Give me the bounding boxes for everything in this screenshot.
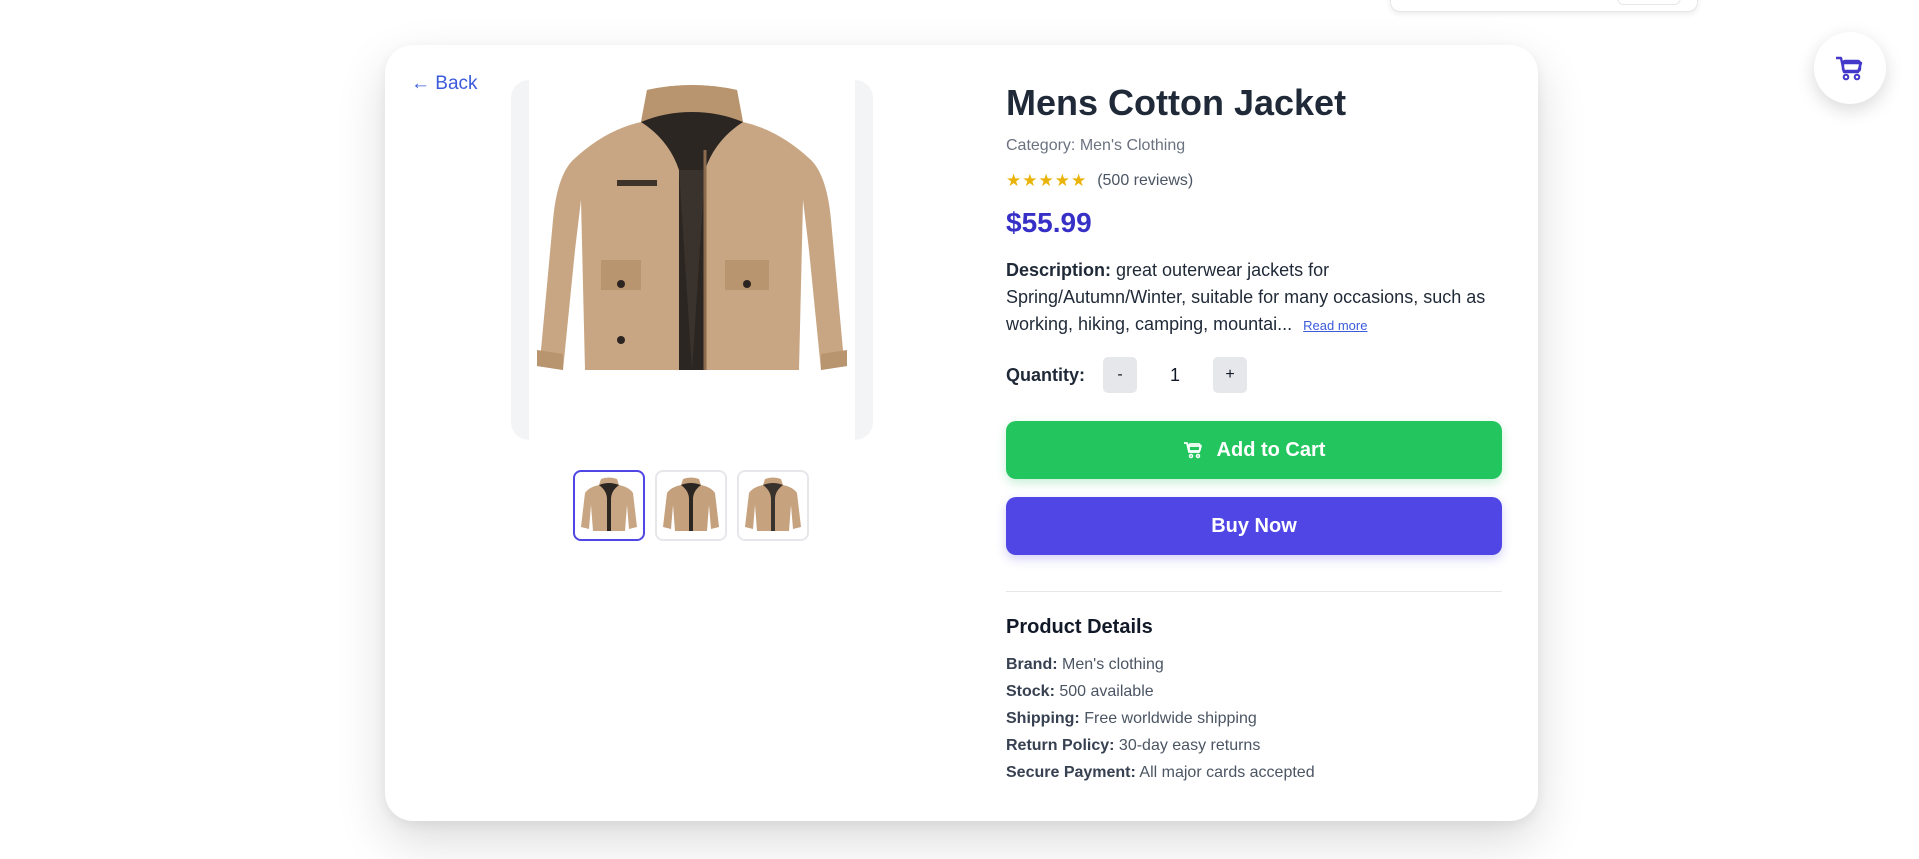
thumbnail-2[interactable] [655, 470, 727, 541]
back-link[interactable]: ← Back [411, 73, 478, 95]
product-title: Mens Cotton Jacket [1006, 82, 1347, 123]
thumbnail-strip [573, 470, 809, 541]
thumbnail-1[interactable] [573, 470, 645, 541]
quantity-label: Quantity: [1006, 364, 1085, 385]
detail-value: Free worldwide shipping [1079, 710, 1257, 727]
floating-cart-button[interactable] [1814, 32, 1886, 104]
cart-icon [1183, 442, 1202, 459]
detail-row-return-policy: Return Policy: 30-day easy returns [1006, 732, 1502, 759]
detail-key: Shipping: [1006, 710, 1080, 727]
increment-button[interactable]: + [1213, 357, 1247, 393]
detail-row-shipping: Shipping: Free worldwide shipping [1006, 705, 1502, 732]
product-details-title: Product Details [1006, 616, 1153, 638]
detail-row-secure-payment: Secure Payment: All major cards accepted [1006, 759, 1502, 786]
main-image-frame [511, 80, 873, 440]
detail-value: 30-day easy returns [1114, 737, 1261, 754]
product-info: Mens Cotton Jacket Category: Men's Cloth… [1006, 81, 1502, 786]
product-description: Description: great outerwear jackets for… [1006, 257, 1502, 339]
divider [1006, 591, 1502, 592]
quantity-stepper: Quantity: - 1 + [1006, 357, 1502, 393]
detail-row-brand: Brand: Men's clothing [1006, 651, 1502, 678]
product-price: $55.99 [1006, 207, 1092, 238]
product-details-list: Brand: Men's clothing Stock: 500 availab… [1006, 651, 1502, 786]
detail-row-stock: Stock: 500 available [1006, 678, 1502, 705]
product-card: ← Back Mens Cotton Jacket Category: Men'… [385, 45, 1538, 821]
add-to-cart-button[interactable]: Add to Cart [1006, 421, 1502, 479]
star-rating: ★★★★★ [1006, 171, 1088, 190]
buy-now-button[interactable]: Buy Now [1006, 497, 1502, 555]
thumbnail-3[interactable] [737, 470, 809, 541]
add-to-cart-label: Add to Cart [1216, 438, 1326, 461]
review-count: (500 reviews) [1097, 172, 1194, 189]
rating-row: ★★★★★ (500 reviews) [1006, 171, 1502, 191]
quantity-value: 1 [1169, 364, 1180, 385]
detail-key: Secure Payment: [1006, 764, 1136, 781]
top-search-bar [1390, 0, 1698, 12]
description-label: Description: [1006, 260, 1112, 280]
decrement-button[interactable]: - [1103, 357, 1137, 393]
detail-value: Men's clothing [1057, 656, 1164, 673]
search-button[interactable] [1617, 0, 1681, 5]
product-image [529, 80, 855, 440]
cart-icon [1836, 56, 1863, 81]
detail-key: Brand: [1006, 656, 1058, 673]
detail-key: Stock: [1006, 683, 1055, 700]
read-more-link[interactable]: Read more [1303, 318, 1367, 333]
detail-value: All major cards accepted [1135, 764, 1315, 781]
detail-value: 500 available [1054, 683, 1154, 700]
product-category: Category: Men's Clothing [1006, 137, 1186, 154]
detail-key: Return Policy: [1006, 737, 1115, 754]
